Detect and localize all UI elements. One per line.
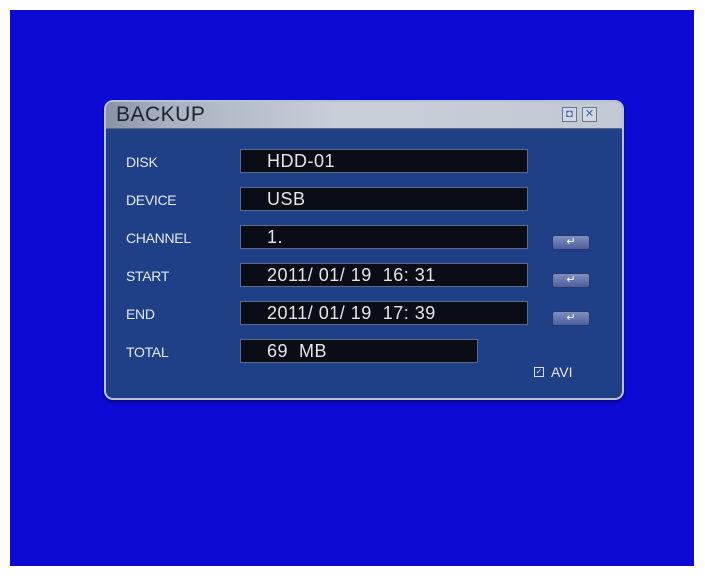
setup-button[interactable]: ◘ [562,107,577,122]
device-field[interactable]: USB [240,187,528,211]
avi-label: AVI [551,364,573,380]
channel-field[interactable]: 1. [240,225,528,249]
avi-option[interactable]: ✓ AVI [534,364,573,380]
avi-checkbox[interactable]: ✓ [534,367,544,377]
enter-icon: ↵ [566,236,576,248]
dialog-titlebar: BACKUP ◘ ✕ [106,102,622,129]
enter-icon: ↵ [566,274,576,286]
end-enter-button[interactable]: ↵ [552,311,590,326]
channel-label: CHANNEL [126,230,191,246]
channel-enter-button[interactable]: ↵ [552,235,590,250]
total-label: TOTAL [126,344,169,360]
close-icon: ✕ [584,108,595,120]
dialog-title: BACKUP [116,103,206,126]
screen-background: BACKUP ◘ ✕ DISK HDD-01 DEVICE USB CHANNE… [10,10,694,566]
close-button[interactable]: ✕ [582,107,597,122]
disk-field[interactable]: HDD-01 [240,149,528,173]
start-field[interactable]: 2011/ 01/ 19 16: 31 [240,263,528,287]
backup-dialog: BACKUP ◘ ✕ DISK HDD-01 DEVICE USB CHANNE… [104,100,624,400]
start-label: START [126,268,170,284]
end-label: END [126,306,155,322]
end-field[interactable]: 2011/ 01/ 19 17: 39 [240,301,528,325]
setup-icon: ◘ [566,108,573,120]
total-field: 69 MB [240,339,478,363]
device-label: DEVICE [126,192,177,208]
enter-icon: ↵ [566,312,576,324]
disk-label: DISK [126,154,158,170]
start-enter-button[interactable]: ↵ [552,273,590,288]
